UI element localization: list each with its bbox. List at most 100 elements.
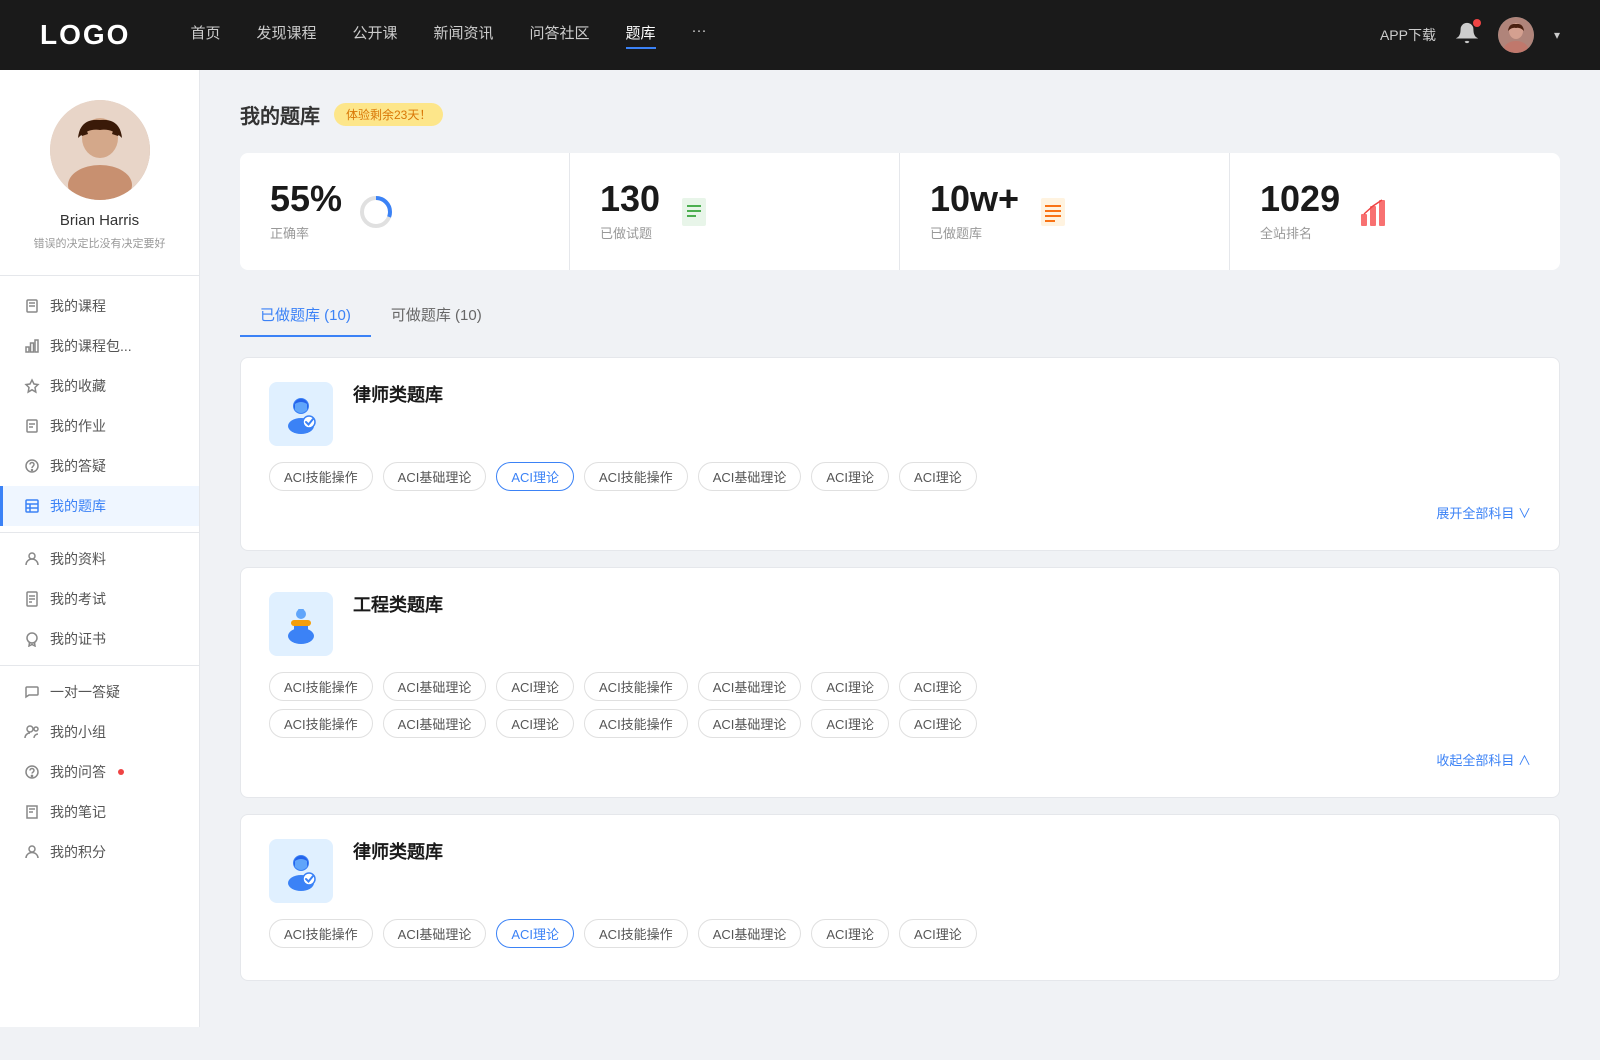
qbank-name-lawyer-1: 律师类题库 — [353, 382, 443, 404]
award-icon — [24, 631, 40, 647]
tag[interactable]: ACI理论 — [899, 919, 977, 948]
tag[interactable]: ACI理论 — [899, 672, 977, 701]
tag[interactable]: ACI基础理论 — [698, 672, 802, 701]
nav-more[interactable]: ··· — [692, 22, 707, 49]
sidebar-item-certificate[interactable]: 我的证书 — [0, 619, 199, 659]
sidebar-item-qbank[interactable]: 我的题库 — [0, 486, 199, 526]
tag[interactable]: ACI理论 — [811, 462, 889, 491]
stat-banks: 10w+ 已做题库 — [900, 153, 1230, 270]
app-download-button[interactable]: APP下载 — [1380, 25, 1436, 45]
sidebar-item-homework[interactable]: 我的作业 — [0, 406, 199, 446]
qa-badge — [118, 769, 124, 775]
sidebar-item-profile-data[interactable]: 我的资料 — [0, 539, 199, 579]
stat-banks-label: 已做题库 — [930, 223, 1019, 242]
user-icon — [24, 551, 40, 567]
stat-accuracy: 55% 正确率 — [240, 153, 570, 270]
tab-todo[interactable]: 可做题库 (10) — [371, 294, 502, 337]
sidebar: Brian Harris 错误的决定比没有决定要好 我的课程 我的课程包... — [0, 70, 200, 1027]
tag[interactable]: ACI理论 — [496, 672, 574, 701]
navbar-right: APP下载 ▾ — [1380, 17, 1560, 53]
tag[interactable]: ACI技能操作 — [269, 919, 373, 948]
qbank-tags-lawyer-2: ACI技能操作 ACI基础理论 ACI理论 ACI技能操作 ACI基础理论 AC… — [269, 919, 1531, 948]
tag[interactable]: ACI基础理论 — [698, 709, 802, 738]
nav-home[interactable]: 首页 — [190, 22, 220, 49]
sidebar-menu: 我的课程 我的课程包... 我的收藏 我的作业 — [0, 286, 199, 872]
qbank-card-lawyer-2: 律师类题库 ACI技能操作 ACI基础理论 ACI理论 ACI技能操作 ACI基… — [240, 814, 1560, 981]
star-icon — [24, 378, 40, 394]
tag[interactable]: ACI基础理论 — [698, 919, 802, 948]
stat-questions-label: 已做试题 — [600, 223, 660, 242]
collapse-link-engineer[interactable]: 收起全部科目 ∧ — [269, 746, 1531, 773]
bar-chart-icon — [24, 338, 40, 354]
navbar: LOGO 首页 发现课程 公开课 新闻资讯 问答社区 题库 ··· APP下载 … — [0, 0, 1600, 70]
user-menu-chevron[interactable]: ▾ — [1554, 28, 1560, 42]
lawyer-icon-2 — [269, 839, 333, 903]
stat-banks-number: 10w+ — [930, 181, 1019, 217]
tag[interactable]: ACI理论 — [811, 672, 889, 701]
tag[interactable]: ACI技能操作 — [269, 709, 373, 738]
sidebar-item-notes[interactable]: 我的笔记 — [0, 792, 199, 832]
profile-avatar — [50, 100, 150, 200]
stat-questions-number: 130 — [600, 181, 660, 217]
question-icon — [24, 458, 40, 474]
sidebar-item-favorites[interactable]: 我的收藏 — [0, 366, 199, 406]
page-title: 我的题库 — [240, 100, 320, 129]
notes-icon — [24, 804, 40, 820]
sidebar-item-course-packages[interactable]: 我的课程包... — [0, 326, 199, 366]
sidebar-item-courses[interactable]: 我的课程 — [0, 286, 199, 326]
file-icon — [24, 298, 40, 314]
tag[interactable]: ACI理论 — [899, 462, 977, 491]
tag[interactable]: ACI基础理论 — [383, 462, 487, 491]
nav-qa[interactable]: 问答社区 — [530, 22, 590, 49]
help-circle-icon — [24, 764, 40, 780]
edit-icon — [24, 418, 40, 434]
tag-active[interactable]: ACI理论 — [496, 462, 574, 491]
nav-discover[interactable]: 发现课程 — [256, 22, 316, 49]
tag[interactable]: ACI理论 — [899, 709, 977, 738]
stat-ranking: 1029 全站排名 — [1230, 153, 1560, 270]
tag[interactable]: ACI基础理论 — [383, 709, 487, 738]
sidebar-item-group[interactable]: 我的小组 — [0, 712, 199, 752]
stat-ranking-label: 全站排名 — [1260, 223, 1340, 242]
qbank-tags-engineer-row1: ACI技能操作 ACI基础理论 ACI理论 ACI技能操作 ACI基础理论 AC… — [269, 672, 1531, 701]
nav-qbank[interactable]: 题库 — [626, 22, 656, 49]
tag[interactable]: ACI基础理论 — [698, 462, 802, 491]
tag[interactable]: ACI技能操作 — [269, 462, 373, 491]
tag[interactable]: ACI理论 — [811, 919, 889, 948]
notification-badge — [1473, 19, 1481, 27]
tag-active[interactable]: ACI理论 — [496, 919, 574, 948]
tag[interactable]: ACI基础理论 — [383, 919, 487, 948]
stat-ranking-number: 1029 — [1260, 181, 1340, 217]
points-icon — [24, 844, 40, 860]
tag[interactable]: ACI技能操作 — [584, 919, 688, 948]
notification-bell[interactable] — [1456, 22, 1478, 49]
tag[interactable]: ACI技能操作 — [269, 672, 373, 701]
profile-section: Brian Harris 错误的决定比没有决定要好 — [0, 100, 199, 276]
divider-1 — [0, 532, 199, 533]
main-layout: Brian Harris 错误的决定比没有决定要好 我的课程 我的课程包... — [0, 70, 1600, 1027]
engineer-icon — [269, 592, 333, 656]
tag[interactable]: ACI技能操作 — [584, 462, 688, 491]
nav-news[interactable]: 新闻资讯 — [434, 22, 494, 49]
stat-accuracy-number: 55% — [270, 181, 342, 217]
tag[interactable]: ACI理论 — [811, 709, 889, 738]
nav-open-course[interactable]: 公开课 — [352, 22, 397, 49]
users-icon — [24, 724, 40, 740]
sidebar-item-qa2[interactable]: 我的问答 — [0, 752, 199, 792]
tag[interactable]: ACI技能操作 — [584, 672, 688, 701]
trial-badge: 体验剩余23天！ — [334, 103, 443, 126]
sidebar-item-exam[interactable]: 我的考试 — [0, 579, 199, 619]
sidebar-item-one-on-one[interactable]: 一对一答疑 — [0, 672, 199, 712]
list-icon — [1035, 194, 1071, 230]
qbank-card-lawyer-1: 律师类题库 ACI技能操作 ACI基础理论 ACI理论 ACI技能操作 ACI基… — [240, 357, 1560, 551]
sidebar-item-qa[interactable]: 我的答疑 — [0, 446, 199, 486]
tab-done[interactable]: 已做题库 (10) — [240, 294, 371, 337]
sidebar-item-points[interactable]: 我的积分 — [0, 832, 199, 872]
page-header: 我的题库 体验剩余23天！ — [240, 100, 1560, 129]
tag[interactable]: ACI技能操作 — [584, 709, 688, 738]
avatar[interactable] — [1498, 17, 1534, 53]
tag[interactable]: ACI理论 — [496, 709, 574, 738]
tag[interactable]: ACI基础理论 — [383, 672, 487, 701]
expand-link-lawyer-1[interactable]: 展开全部科目 ∨ — [269, 499, 1531, 526]
stat-questions: 130 已做试题 — [570, 153, 900, 270]
